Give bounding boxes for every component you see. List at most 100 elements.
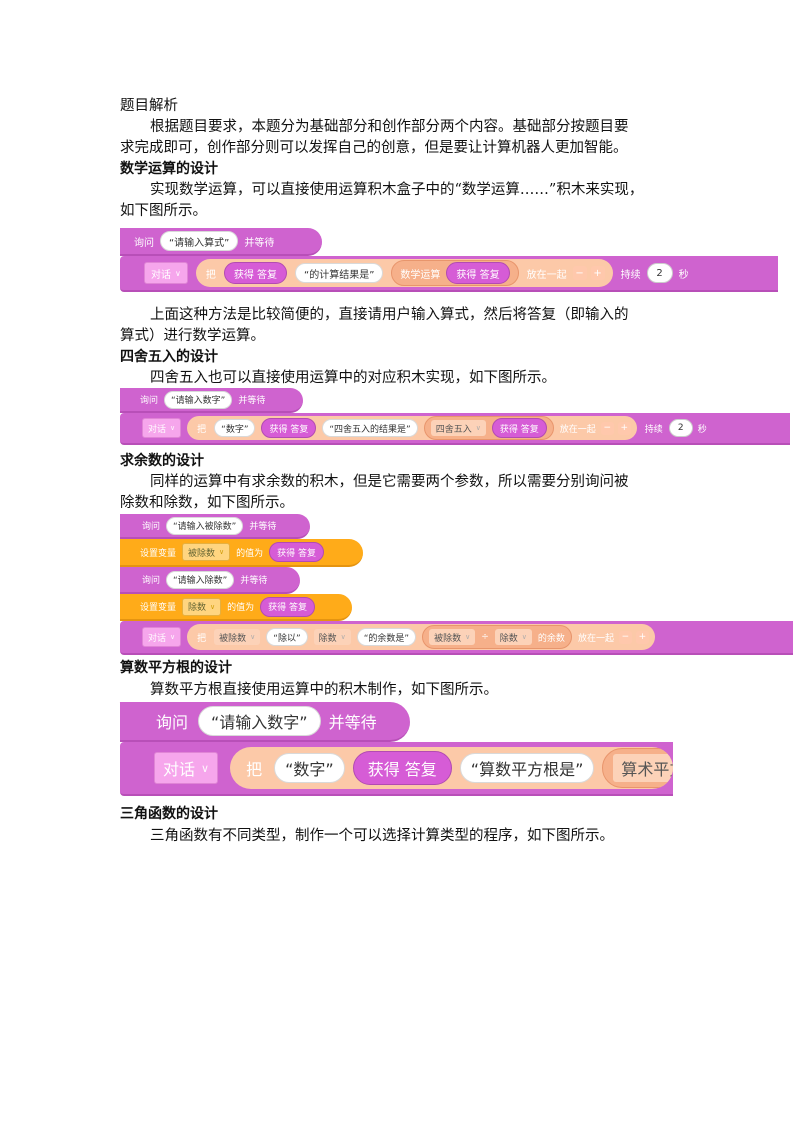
num-text-input[interactable]: “数字”	[214, 419, 256, 437]
paragraph-2a: 实现数学运算，可以直接使用运算积木盒子中的“数学运算……”积木来实现，	[150, 182, 644, 198]
var-label: 被除数	[434, 633, 462, 644]
seconds-input[interactable]: 2	[646, 263, 673, 283]
chevron-down-icon: ∨	[465, 633, 471, 641]
math-op-block[interactable]: 数学运算 获得 答复	[391, 260, 519, 286]
answer-reporter-1[interactable]: 获得 答复	[269, 542, 325, 562]
ask-label: 询问	[140, 396, 159, 406]
var-reporter-2[interactable]: 除数 ∨	[313, 629, 351, 645]
round-op-label: 四舍五入	[435, 424, 472, 435]
paragraph-3b: 算式）进行数学运算。	[120, 328, 265, 344]
answer-reporter[interactable]: 获得 答复	[223, 262, 288, 284]
minus-button[interactable]: −	[600, 421, 614, 435]
say-dropdown[interactable]: 对话 ∨	[142, 418, 182, 438]
sqrt-op-dropdown[interactable]: 算术平方根∨	[613, 754, 673, 782]
ask-block-2[interactable]: 询问 “请输入除数” 并等待	[120, 567, 300, 594]
sqrt-op-block[interactable]: 算术平方根∨	[602, 748, 673, 788]
ba-label: 把	[246, 760, 263, 779]
say-label: 对话	[148, 633, 167, 644]
num-text-input[interactable]: “数字”	[274, 753, 345, 783]
say-dropdown[interactable]: 对话 ∨	[144, 262, 188, 284]
and-wait-label: 并等待	[249, 522, 277, 532]
var-label: 被除数	[188, 548, 216, 559]
paragraph-1a: 根据题目要求，本题分为基础部分和创作部分两个内容。基础部分按题目要	[150, 119, 629, 135]
divide-symbol: ÷	[481, 632, 489, 642]
say-dropdown[interactable]: 对话 ∨	[142, 627, 182, 647]
ask-prompt[interactable]: “请输入算式”	[160, 231, 239, 251]
join-label: 放在一起	[526, 269, 567, 281]
chevron-down-icon: ∨	[475, 424, 481, 432]
join-block[interactable]: 把 被除数 ∨ “除以” 除数 ∨ “的余数是” 被除数 ∨ ÷ 除数 ∨ 的余数 放在…	[187, 624, 655, 650]
answer-reporter[interactable]: 获得 答复	[261, 418, 317, 438]
set-var-block-1[interactable]: 设置变量 被除数 ∨ 的值为 获得 答复	[120, 539, 363, 567]
divide-text-input[interactable]: “除以”	[266, 628, 308, 646]
paragraph-1b: 求完成即可，创作部分则可以发挥自己的创意，但是要让计算机器人更加智能。	[120, 140, 628, 156]
ask-block[interactable]: 询问 “请输入算式” 并等待	[120, 228, 322, 256]
join-block[interactable]: 把 获得 答复 “的计算结果是” 数学运算 获得 答复 放在一起 − +	[195, 259, 613, 287]
plus-button[interactable]: +	[617, 421, 631, 435]
join-block[interactable]: 把 “数字” 获得 答复 “四舍五入的结果是” 四舍五入 ∨ 获得 答复 放在一起…	[187, 416, 637, 440]
ask-prompt[interactable]: “请输入数字”	[198, 706, 321, 736]
mod-b-dropdown[interactable]: 除数 ∨	[494, 629, 532, 645]
join-block[interactable]: 把 “数字” 获得 答复 “算数平方根是” 算术平方根∨	[230, 747, 673, 789]
heading-math: 数学运算的设计	[120, 161, 218, 177]
mod-op-block[interactable]: 被除数 ∨ ÷ 除数 ∨ 的余数	[422, 625, 572, 649]
say-label: 对话	[151, 269, 171, 281]
say-label: 对话	[163, 760, 196, 779]
mod-a-dropdown[interactable]: 被除数 ∨	[429, 629, 476, 645]
plus-button[interactable]: +	[590, 266, 605, 280]
chevron-down-icon: ∨	[521, 633, 527, 641]
to-label: 的值为	[227, 603, 255, 613]
ba-label: 把	[197, 633, 207, 644]
chevron-down-icon: ∨	[175, 268, 181, 278]
remainder-text-input[interactable]: “的余数是”	[356, 628, 417, 646]
round-op-dropdown[interactable]: 四舍五入 ∨	[430, 420, 486, 436]
chevron-down-icon: ∨	[170, 633, 176, 641]
var-reporter-1[interactable]: 被除数 ∨	[214, 629, 261, 645]
say-block[interactable]: 对话 ∨ 把 “数字” 获得 答复 “算数平方根是” 算术平方根∨	[120, 742, 673, 796]
say-dropdown[interactable]: 对话 ∨	[154, 752, 219, 784]
chevron-down-icon: ∨	[219, 548, 225, 556]
minus-button[interactable]: −	[572, 266, 587, 280]
answer-reporter-2[interactable]: 获得 答复	[260, 596, 316, 617]
ask-prompt-1[interactable]: “请输入被除数”	[166, 516, 244, 535]
set-label: 设置变量	[140, 603, 177, 613]
chevron-down-icon: ∨	[250, 633, 256, 641]
paragraph-6: 算数平方根直接使用运算中的积木制作，如下图所示。	[150, 682, 498, 698]
seconds-label: 秒	[697, 424, 707, 435]
answer-reporter-2[interactable]: 获得 答复	[446, 262, 510, 284]
heading-sqrt: 算数平方根的设计	[120, 660, 232, 676]
result-text-input[interactable]: “的计算结果是”	[295, 263, 384, 283]
answer-reporter-2[interactable]: 获得 答复	[491, 418, 547, 438]
paragraph-5b: 除数和除数，如下图所示。	[120, 495, 294, 511]
paragraph-2b: 如下图所示。	[120, 203, 207, 219]
say-block[interactable]: 对话 ∨ 把 被除数 ∨ “除以” 除数 ∨ “的余数是” 被除数 ∨ ÷ 除数 ∨ 的余…	[120, 621, 793, 655]
for-label: 持续	[644, 424, 663, 435]
say-block[interactable]: 对话 ∨ 把 “数字” 获得 答复 “四舍五入的结果是” 四舍五入 ∨ 获得 答复 …	[120, 413, 790, 445]
var-label: 除数	[499, 633, 518, 644]
round-op-block[interactable]: 四舍五入 ∨ 获得 答复	[423, 416, 554, 440]
ask-block-1[interactable]: 询问 “请输入被除数” 并等待	[120, 514, 310, 539]
for-label: 持续	[620, 269, 641, 281]
var-dropdown-2[interactable]: 除数 ∨	[182, 597, 222, 616]
say-block[interactable]: 对话 ∨ 把 获得 答复 “的计算结果是” 数学运算 获得 答复 放在一起 − +…	[120, 256, 778, 292]
var-label: 除数	[188, 603, 207, 613]
var-dropdown-1[interactable]: 被除数 ∨	[182, 543, 231, 561]
ask-prompt-2[interactable]: “请输入除数”	[166, 570, 235, 589]
math-op-label: 数学运算	[400, 269, 441, 281]
seconds-input[interactable]: 2	[668, 419, 693, 437]
paragraph-4: 四舍五入也可以直接使用运算中的对应积木实现，如下图所示。	[150, 370, 556, 386]
chevron-down-icon: ∨	[340, 633, 346, 641]
plus-button[interactable]: +	[635, 630, 649, 644]
answer-reporter[interactable]: 获得 答复	[352, 751, 452, 785]
ask-prompt[interactable]: “请输入数字”	[164, 390, 233, 409]
sqrt-op-label: 算术平方根	[621, 760, 673, 779]
ask-label: 询问	[156, 713, 189, 732]
ask-block[interactable]: 询问 “请输入数字” 并等待	[120, 388, 303, 413]
set-var-block-2[interactable]: 设置变量 除数 ∨ 的值为 获得 答复	[120, 594, 352, 621]
heading-mod: 求余数的设计	[120, 453, 204, 469]
and-wait-label: 并等待	[240, 576, 268, 586]
minus-button[interactable]: −	[618, 630, 632, 644]
result-text-input[interactable]: “四舍五入的结果是”	[322, 419, 418, 437]
ask-block[interactable]: 询问 “请输入数字” 并等待	[120, 702, 410, 742]
result-text-input[interactable]: “算数平方根是”	[459, 753, 595, 783]
